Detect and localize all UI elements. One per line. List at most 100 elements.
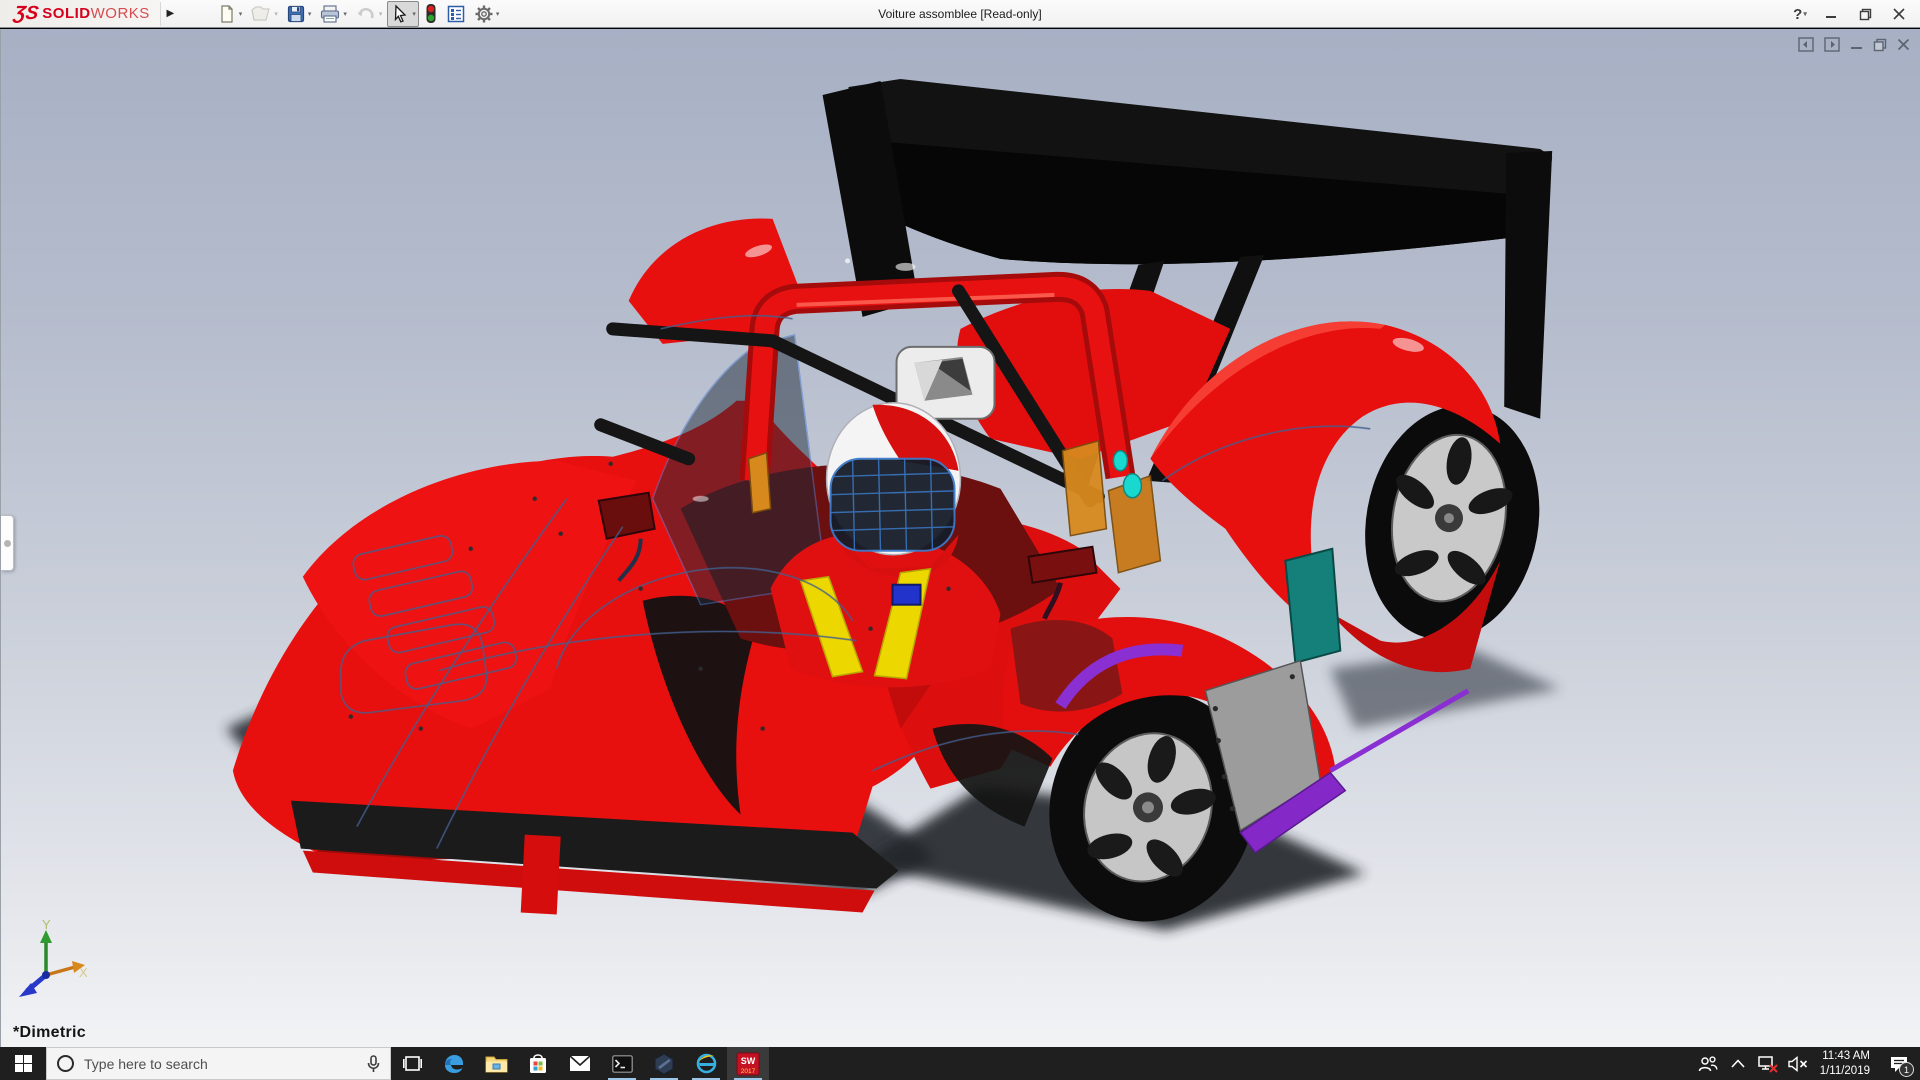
people-icon (1698, 1056, 1718, 1072)
solidworks-logo-mark-icon: ƷS (12, 3, 39, 25)
solidworks-logo: ƷS SOLIDWORKS (0, 0, 160, 27)
mail-icon (569, 1055, 591, 1072)
task-view-icon (403, 1054, 422, 1073)
dropdown-caret[interactable]: ▾ (274, 10, 278, 18)
file-properties-icon (446, 4, 466, 24)
doc-minimize-icon (1850, 38, 1863, 51)
quick-access-toolbar: ▾ ▾ ▾ ▾ (214, 1, 503, 27)
rebuild-button[interactable] (421, 1, 441, 27)
print-icon (319, 4, 341, 24)
internet-explorer-icon (695, 1052, 718, 1075)
store-icon (528, 1053, 548, 1074)
notification-badge: 1 (1899, 1062, 1914, 1077)
clock-date: 1/11/2019 (1820, 1064, 1870, 1079)
pane-previous-button[interactable] (1798, 37, 1814, 52)
restore-icon (1859, 8, 1872, 21)
network-disconnected-icon (1758, 1055, 1778, 1073)
svg-text:SW: SW (741, 1056, 756, 1066)
doc-restore-icon (1873, 38, 1887, 52)
file-explorer-icon (485, 1054, 508, 1073)
save-button[interactable]: ▾ (283, 1, 315, 27)
taskbar-clock[interactable]: 11:43 AM 1/11/2019 (1814, 1049, 1878, 1079)
minimize-button[interactable] (1816, 2, 1846, 26)
windows-taskbar: Type here to search (0, 1047, 1920, 1080)
cortana-icon (57, 1055, 74, 1072)
rear-wheel (1347, 392, 1557, 654)
document-window-controls (1798, 37, 1910, 52)
options-gear-icon (474, 4, 494, 24)
logo-solid-text: SOLID (42, 5, 90, 22)
print-button[interactable]: ▾ (316, 1, 350, 27)
people-button[interactable] (1694, 1047, 1722, 1080)
open-folder-icon (250, 4, 272, 24)
edrawings-hexagon-icon (653, 1053, 675, 1075)
toolbar-flyout-arrow[interactable]: ▶ (160, 2, 180, 26)
windows-logo-icon (15, 1055, 32, 1072)
command-prompt-button[interactable] (601, 1047, 643, 1080)
help-caret[interactable]: ▾ (1803, 10, 1807, 18)
undo-button[interactable]: ▾ (352, 1, 386, 27)
edrawings-button[interactable] (643, 1047, 685, 1080)
solidworks-app-icon: SW 2017 (736, 1052, 760, 1076)
triad-x-label: X (79, 965, 88, 980)
svg-text:2017: 2017 (741, 1068, 756, 1075)
help-button[interactable]: ?▾ (1788, 2, 1812, 26)
chevron-up-icon (1731, 1059, 1745, 1068)
doc-restore-button[interactable] (1873, 38, 1887, 52)
dropdown-caret[interactable]: ▾ (379, 10, 383, 18)
microphone-icon[interactable] (367, 1055, 380, 1073)
triad-y-label: Y (42, 917, 51, 932)
volume-muted-icon (1788, 1056, 1808, 1072)
new-document-icon (217, 4, 237, 24)
taskbar-apps: SW 2017 (391, 1047, 769, 1080)
edge-button[interactable] (433, 1047, 475, 1080)
select-button[interactable]: ▾ (387, 1, 419, 27)
network-status-button[interactable] (1754, 1047, 1782, 1080)
graphics-viewport[interactable]: Y X *Dimetric (0, 29, 1920, 1047)
close-icon (1893, 8, 1905, 20)
search-input[interactable]: Type here to search (46, 1047, 391, 1080)
tray-overflow-button[interactable] (1724, 1047, 1752, 1080)
view-orientation-label: *Dimetric (13, 1024, 86, 1042)
restore-button[interactable] (1850, 2, 1880, 26)
pane-left-arrow-icon (1798, 37, 1814, 52)
internet-explorer-button[interactable] (685, 1047, 727, 1080)
doc-minimize-button[interactable] (1850, 38, 1863, 51)
helmet-visor (827, 457, 959, 553)
edge-icon (443, 1053, 465, 1075)
dropdown-caret[interactable]: ▾ (239, 10, 243, 18)
orientation-triad: Y X (9, 917, 89, 1001)
start-button[interactable] (0, 1047, 46, 1080)
pane-right-arrow-icon (1824, 37, 1840, 52)
dropdown-caret[interactable]: ▾ (343, 10, 347, 18)
panel-tab-dot-icon (4, 540, 11, 547)
window-controls: ?▾ (1788, 0, 1914, 28)
rebuild-traffic-light-icon (424, 3, 438, 24)
pane-next-button[interactable] (1824, 37, 1840, 52)
action-center-button[interactable]: 1 (1880, 1047, 1918, 1080)
volume-button[interactable] (1784, 1047, 1812, 1080)
mail-button[interactable] (559, 1047, 601, 1080)
select-cursor-icon (390, 4, 410, 24)
command-prompt-icon (612, 1055, 633, 1073)
solidworks-taskbar-button[interactable]: SW 2017 (727, 1047, 769, 1080)
file-properties-button[interactable] (443, 1, 469, 27)
task-view-button[interactable] (391, 1047, 433, 1080)
new-document-button[interactable]: ▾ (214, 1, 246, 27)
options-button[interactable]: ▾ (471, 1, 503, 27)
race-car-model-render[interactable] (1, 29, 1920, 1047)
doc-close-button[interactable] (1897, 38, 1910, 51)
system-tray: 11:43 AM 1/11/2019 1 (1694, 1047, 1920, 1080)
store-button[interactable] (517, 1047, 559, 1080)
feature-manager-collapsed-tab[interactable] (1, 515, 14, 571)
titlebar: ƷS SOLIDWORKS ▶ ▾ ▾ ▾ (0, 0, 1920, 28)
dropdown-caret[interactable]: ▾ (308, 10, 312, 18)
dropdown-caret[interactable]: ▾ (412, 10, 416, 18)
open-button[interactable]: ▾ (247, 1, 281, 27)
file-explorer-button[interactable] (475, 1047, 517, 1080)
search-placeholder: Type here to search (84, 1056, 357, 1072)
dropdown-caret[interactable]: ▾ (496, 10, 500, 18)
close-button[interactable] (1884, 2, 1914, 26)
logo-works-text: WORKS (91, 5, 150, 22)
undo-arrow-icon (355, 4, 377, 24)
